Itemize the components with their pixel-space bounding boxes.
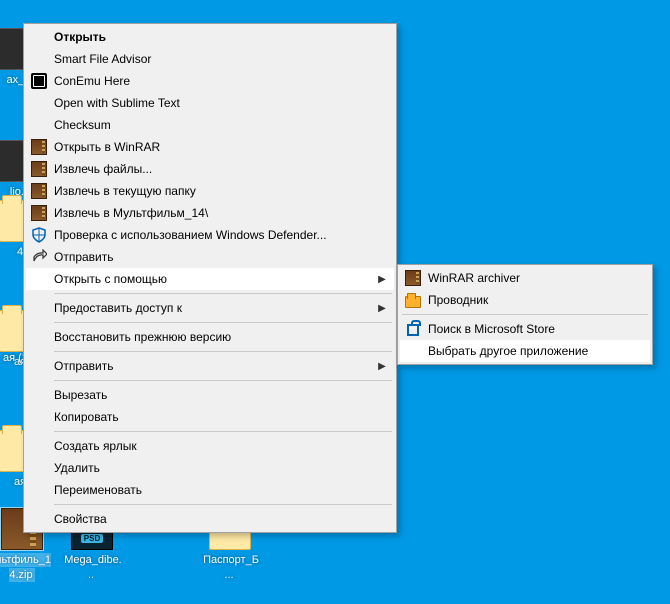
menu-item-label: Отправить	[52, 250, 388, 264]
context-submenu-open-with: WinRAR archiver Проводник Поиск в Micros…	[397, 264, 653, 365]
menu-item-label: Smart File Advisor	[52, 52, 388, 66]
menu-item-extract-to[interactable]: Извлечь в Мультфильм_14\	[26, 202, 394, 224]
submenu-arrow-icon: ▶	[376, 303, 388, 314]
menu-item-label: Вырезать	[52, 388, 388, 402]
menu-separator	[54, 322, 392, 323]
menu-item-label: Открыть	[52, 30, 388, 44]
context-menu: Открыть Smart File Advisor ConEmu Here O…	[23, 23, 397, 533]
desktop-icon-label: льтфиль_14.zip	[0, 553, 51, 582]
menu-item-label: Создать ярлык	[52, 439, 388, 453]
menu-separator	[54, 431, 392, 432]
menu-item-label: Копировать	[52, 410, 388, 424]
menu-item-rename[interactable]: Переименовать	[26, 479, 394, 501]
menu-separator	[402, 314, 648, 315]
submenu-item-choose-other-app[interactable]: Выбрать другое приложение	[400, 340, 650, 362]
menu-item-open-sublime[interactable]: Open with Sublime Text	[26, 92, 394, 114]
conemu-icon	[31, 73, 47, 89]
menu-item-label: Выбрать другое приложение	[426, 344, 644, 358]
submenu-item-winrar-archiver[interactable]: WinRAR archiver	[400, 267, 650, 289]
menu-item-checksum[interactable]: Checksum	[26, 114, 394, 136]
menu-item-label: ConEmu Here	[52, 74, 388, 88]
store-icon	[407, 324, 419, 336]
winrar-icon	[31, 183, 47, 199]
menu-item-label: Открыть в WinRAR	[52, 140, 388, 154]
menu-item-label: Проверка с использованием Windows Defend…	[52, 228, 388, 242]
menu-item-label: Восстановить прежнюю версию	[52, 330, 388, 344]
menu-item-open-with[interactable]: Открыть с помощью ▶	[26, 268, 394, 290]
submenu-arrow-icon: ▶	[376, 361, 388, 372]
menu-item-label: Извлечь файлы...	[52, 162, 388, 176]
menu-item-extract-files[interactable]: Извлечь файлы...	[26, 158, 394, 180]
menu-separator	[54, 380, 392, 381]
menu-item-grant-access[interactable]: Предоставить доступ к ▶	[26, 297, 394, 319]
menu-item-cut[interactable]: Вырезать	[26, 384, 394, 406]
menu-item-properties[interactable]: Свойства	[26, 508, 394, 530]
winrar-icon	[31, 161, 47, 177]
menu-item-label: Проводник	[426, 293, 644, 307]
menu-separator	[54, 351, 392, 352]
shield-icon	[31, 227, 47, 243]
share-icon	[31, 249, 47, 265]
menu-item-label: WinRAR archiver	[426, 271, 644, 285]
menu-item-extract-here[interactable]: Извлечь в текущую папку	[26, 180, 394, 202]
explorer-icon	[405, 296, 421, 308]
menu-item-copy[interactable]: Копировать	[26, 406, 394, 428]
menu-item-label: Поиск в Microsoft Store	[426, 322, 644, 336]
winrar-icon	[31, 139, 47, 155]
menu-item-label: Checksum	[52, 118, 388, 132]
menu-item-label: Удалить	[52, 461, 388, 475]
menu-item-label: Извлечь в текущую папку	[52, 184, 388, 198]
menu-item-smart-file-advisor[interactable]: Smart File Advisor	[26, 48, 394, 70]
submenu-item-search-store[interactable]: Поиск в Microsoft Store	[400, 318, 650, 340]
menu-item-defender[interactable]: Проверка с использованием Windows Defend…	[26, 224, 394, 246]
menu-item-label: Переименовать	[52, 483, 388, 497]
menu-item-delete[interactable]: Удалить	[26, 457, 394, 479]
menu-separator	[54, 504, 392, 505]
winrar-icon	[405, 270, 421, 286]
winrar-icon	[31, 205, 47, 221]
menu-item-restore-previous[interactable]: Восстановить прежнюю версию	[26, 326, 394, 348]
menu-item-label: Open with Sublime Text	[52, 96, 388, 110]
menu-item-open-winrar[interactable]: Открыть в WinRAR	[26, 136, 394, 158]
menu-item-label: Открыть с помощью	[52, 272, 376, 286]
submenu-arrow-icon: ▶	[376, 274, 388, 285]
menu-item-label: Отправить	[52, 359, 376, 373]
menu-separator	[54, 293, 392, 294]
menu-item-open[interactable]: Открыть	[26, 26, 394, 48]
menu-item-label: Извлечь в Мультфильм_14\	[52, 206, 388, 220]
menu-item-share[interactable]: Отправить	[26, 246, 394, 268]
menu-item-create-shortcut[interactable]: Создать ярлык	[26, 435, 394, 457]
menu-item-label: Свойства	[52, 512, 388, 526]
desktop-icon-label: Mega_dibe...	[62, 553, 122, 582]
menu-item-conemu-here[interactable]: ConEmu Here	[26, 70, 394, 92]
menu-item-label: Предоставить доступ к	[52, 301, 376, 315]
submenu-item-explorer[interactable]: Проводник	[400, 289, 650, 311]
desktop-icon-label: Паспорт_Б...	[201, 553, 259, 582]
menu-item-send-to[interactable]: Отправить ▶	[26, 355, 394, 377]
